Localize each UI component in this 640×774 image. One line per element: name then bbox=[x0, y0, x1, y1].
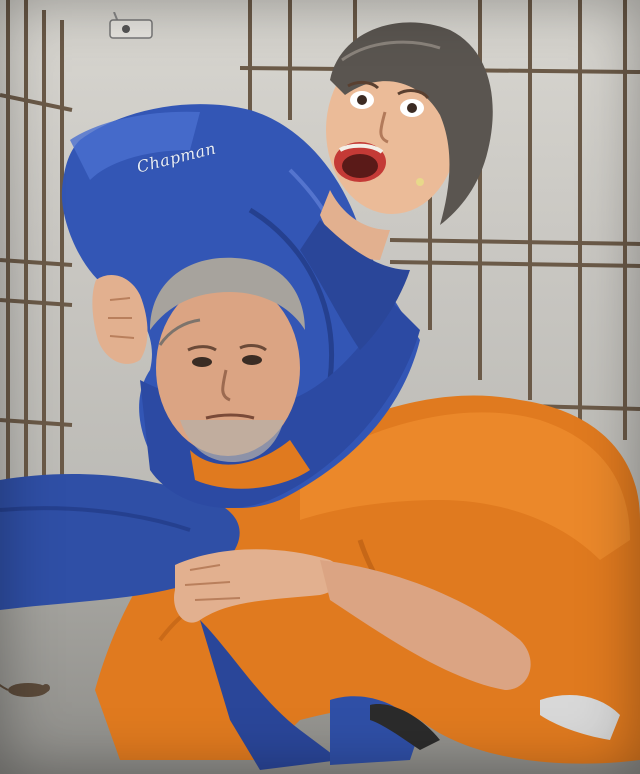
rat-icon bbox=[0, 683, 50, 697]
figures-illustration bbox=[0, 22, 640, 770]
painting: Chapman bbox=[0, 0, 640, 774]
